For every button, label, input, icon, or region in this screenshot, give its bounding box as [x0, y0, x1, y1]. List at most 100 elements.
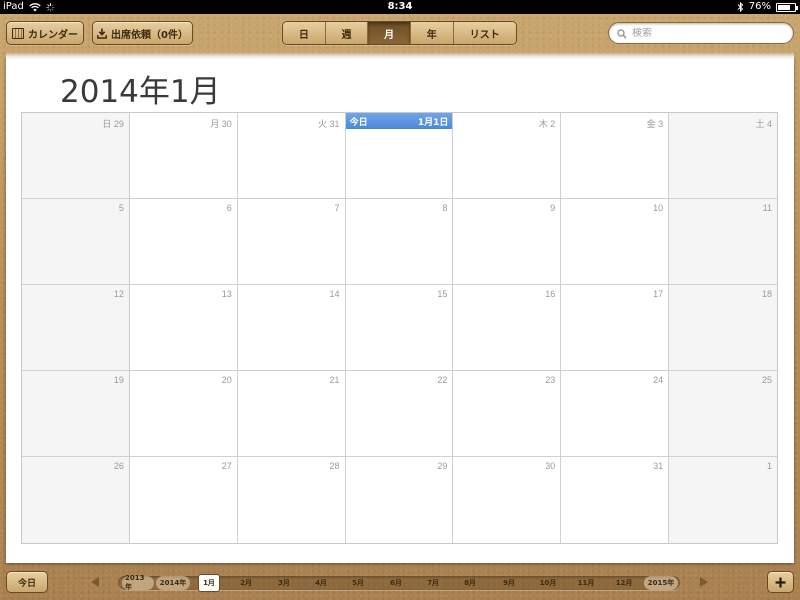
timeline-month[interactable]: 9月 [498, 576, 520, 590]
timeline-month[interactable]: 3月 [273, 576, 295, 590]
day-cell[interactable]: 22 [345, 371, 454, 457]
day-number: 日 29 [102, 119, 124, 129]
day-cell[interactable]: 木 2 [453, 113, 562, 199]
day-cell[interactable]: 土 4 [669, 113, 777, 199]
day-number: 29 [437, 461, 448, 471]
timeline-month[interactable]: 5月 [347, 576, 369, 590]
day-cell[interactable]: 29 [345, 457, 454, 543]
month-timeline[interactable]: 2013年 2014年 1月 2月 3月 4月 5月 6月 7月 8月 9月 10月 11月 12月 201… [118, 574, 680, 592]
day-cell[interactable]: 25 [669, 371, 777, 457]
add-event-button[interactable] [767, 571, 794, 593]
day-cell[interactable]: 金 3 [561, 113, 670, 199]
day-cell[interactable]: 5 [22, 199, 130, 285]
day-cell[interactable]: 10 [561, 199, 670, 285]
invitations-button-label: 出席依頼（0件） [111, 29, 188, 41]
day-cell[interactable]: 火 31 [237, 113, 346, 199]
day-cell[interactable]: 7 [237, 199, 346, 285]
day-cell[interactable]: 31 [561, 457, 670, 543]
day-cell[interactable]: 17 [561, 285, 670, 371]
day-number: 19 [113, 375, 124, 385]
battery-level [778, 4, 790, 10]
timeline-year[interactable]: 2014年 [156, 576, 190, 590]
status-time: 8:34 [387, 1, 413, 12]
day-cell[interactable]: 14 [237, 285, 346, 371]
timeline-month[interactable]: 1月 [198, 574, 220, 592]
timeline-month[interactable]: 4月 [310, 576, 332, 590]
battery-percent: 76% [748, 1, 771, 12]
day-cell[interactable]: 24 [561, 371, 670, 457]
day-cell[interactable]: 今日 1月1日 [345, 113, 454, 199]
timeline-month[interactable]: 8月 [459, 576, 481, 590]
timeline-year[interactable]: 2015年 [644, 576, 678, 590]
day-cell[interactable]: 20 [129, 371, 238, 457]
timeline-month[interactable]: 6月 [385, 576, 407, 590]
day-cell[interactable]: 9 [453, 199, 562, 285]
day-number: 1 [766, 461, 772, 471]
previous-arrow-icon[interactable] [91, 577, 99, 587]
day-number: 14 [329, 289, 340, 299]
day-cell[interactable]: 26 [22, 457, 130, 543]
timeline-month[interactable]: 11月 [573, 576, 599, 590]
day-cell[interactable]: 30 [453, 457, 562, 543]
day-number: 7 [334, 203, 340, 213]
next-arrow-icon[interactable] [700, 577, 708, 587]
day-cell[interactable]: 28 [237, 457, 346, 543]
day-number: 11 [762, 203, 772, 213]
day-cell[interactable]: 21 [237, 371, 346, 457]
tab-list[interactable]: リスト [453, 22, 516, 44]
invitations-button[interactable]: 出席依頼（0件） [92, 21, 193, 45]
timeline-month[interactable]: 10月 [535, 576, 561, 590]
month-grid: 日 29 月 30 火 31 今日 1月1日木 2金 3土 4 5 6 7 8 9 10 11 12 13… [21, 112, 778, 544]
tab-month[interactable]: 月 [368, 22, 411, 44]
calendars-button-label: カレンダー [28, 29, 78, 41]
plus-icon [775, 573, 786, 592]
day-number: 月 30 [210, 119, 232, 129]
day-number: 金 3 [646, 119, 664, 129]
calendars-button[interactable]: カレンダー [6, 21, 84, 45]
day-cell[interactable]: 8 [345, 199, 454, 285]
day-number: 木 2 [538, 119, 556, 129]
tab-day[interactable]: 日 [283, 22, 326, 44]
day-cell[interactable]: 6 [129, 199, 238, 285]
today-label: 今日 [349, 117, 368, 128]
day-cell[interactable]: 23 [453, 371, 562, 457]
day-number: 土 4 [755, 119, 772, 129]
day-cell[interactable]: 日 29 [22, 113, 130, 199]
day-cell[interactable]: 11 [669, 199, 777, 285]
timeline-month[interactable]: 12月 [611, 576, 637, 590]
day-number: 12 [113, 289, 124, 299]
day-number: 31 [653, 461, 664, 471]
day-number: 9 [550, 203, 556, 213]
timeline-month[interactable]: 7月 [422, 576, 444, 590]
search-input[interactable] [632, 27, 782, 39]
day-number: 15 [437, 289, 448, 299]
day-cell[interactable]: 13 [129, 285, 238, 371]
day-cell[interactable]: 1 [669, 457, 777, 543]
timeline-month[interactable]: 2月 [235, 576, 257, 590]
day-number: 8 [442, 203, 448, 213]
day-cell[interactable]: 19 [22, 371, 130, 457]
day-number: 25 [761, 375, 772, 385]
calendar-list-icon [12, 27, 24, 39]
day-cell[interactable]: 27 [129, 457, 238, 543]
day-cell[interactable]: 18 [669, 285, 777, 371]
day-number: 23 [545, 375, 556, 385]
day-number: 火 31 [318, 119, 340, 129]
day-cell[interactable]: 12 [22, 285, 130, 371]
day-cell[interactable]: 16 [453, 285, 562, 371]
search-field[interactable] [608, 22, 794, 44]
status-bar: iPad 8:34 76% [0, 0, 800, 14]
day-cell[interactable]: 月 30 [129, 113, 238, 199]
tab-year[interactable]: 年 [410, 22, 454, 44]
today-button[interactable]: 今日 [6, 571, 48, 593]
day-number: 1月1日 [417, 117, 449, 128]
timeline-year[interactable]: 2013年 [122, 574, 154, 591]
view-switcher: 日 週 月 年 リスト [282, 21, 517, 45]
day-number: 21 [329, 375, 340, 385]
day-number: 22 [437, 375, 448, 385]
day-number: 6 [226, 203, 232, 213]
day-cell[interactable]: 15 [345, 285, 454, 371]
bottom-bar: 今日 2013年 2014年 1月 2月 3月 4月 5月 6月 7月 8月 9月 10月 11月 12月… [0, 566, 800, 600]
page-tear-edge [6, 52, 794, 60]
tab-week[interactable]: 週 [325, 22, 369, 44]
